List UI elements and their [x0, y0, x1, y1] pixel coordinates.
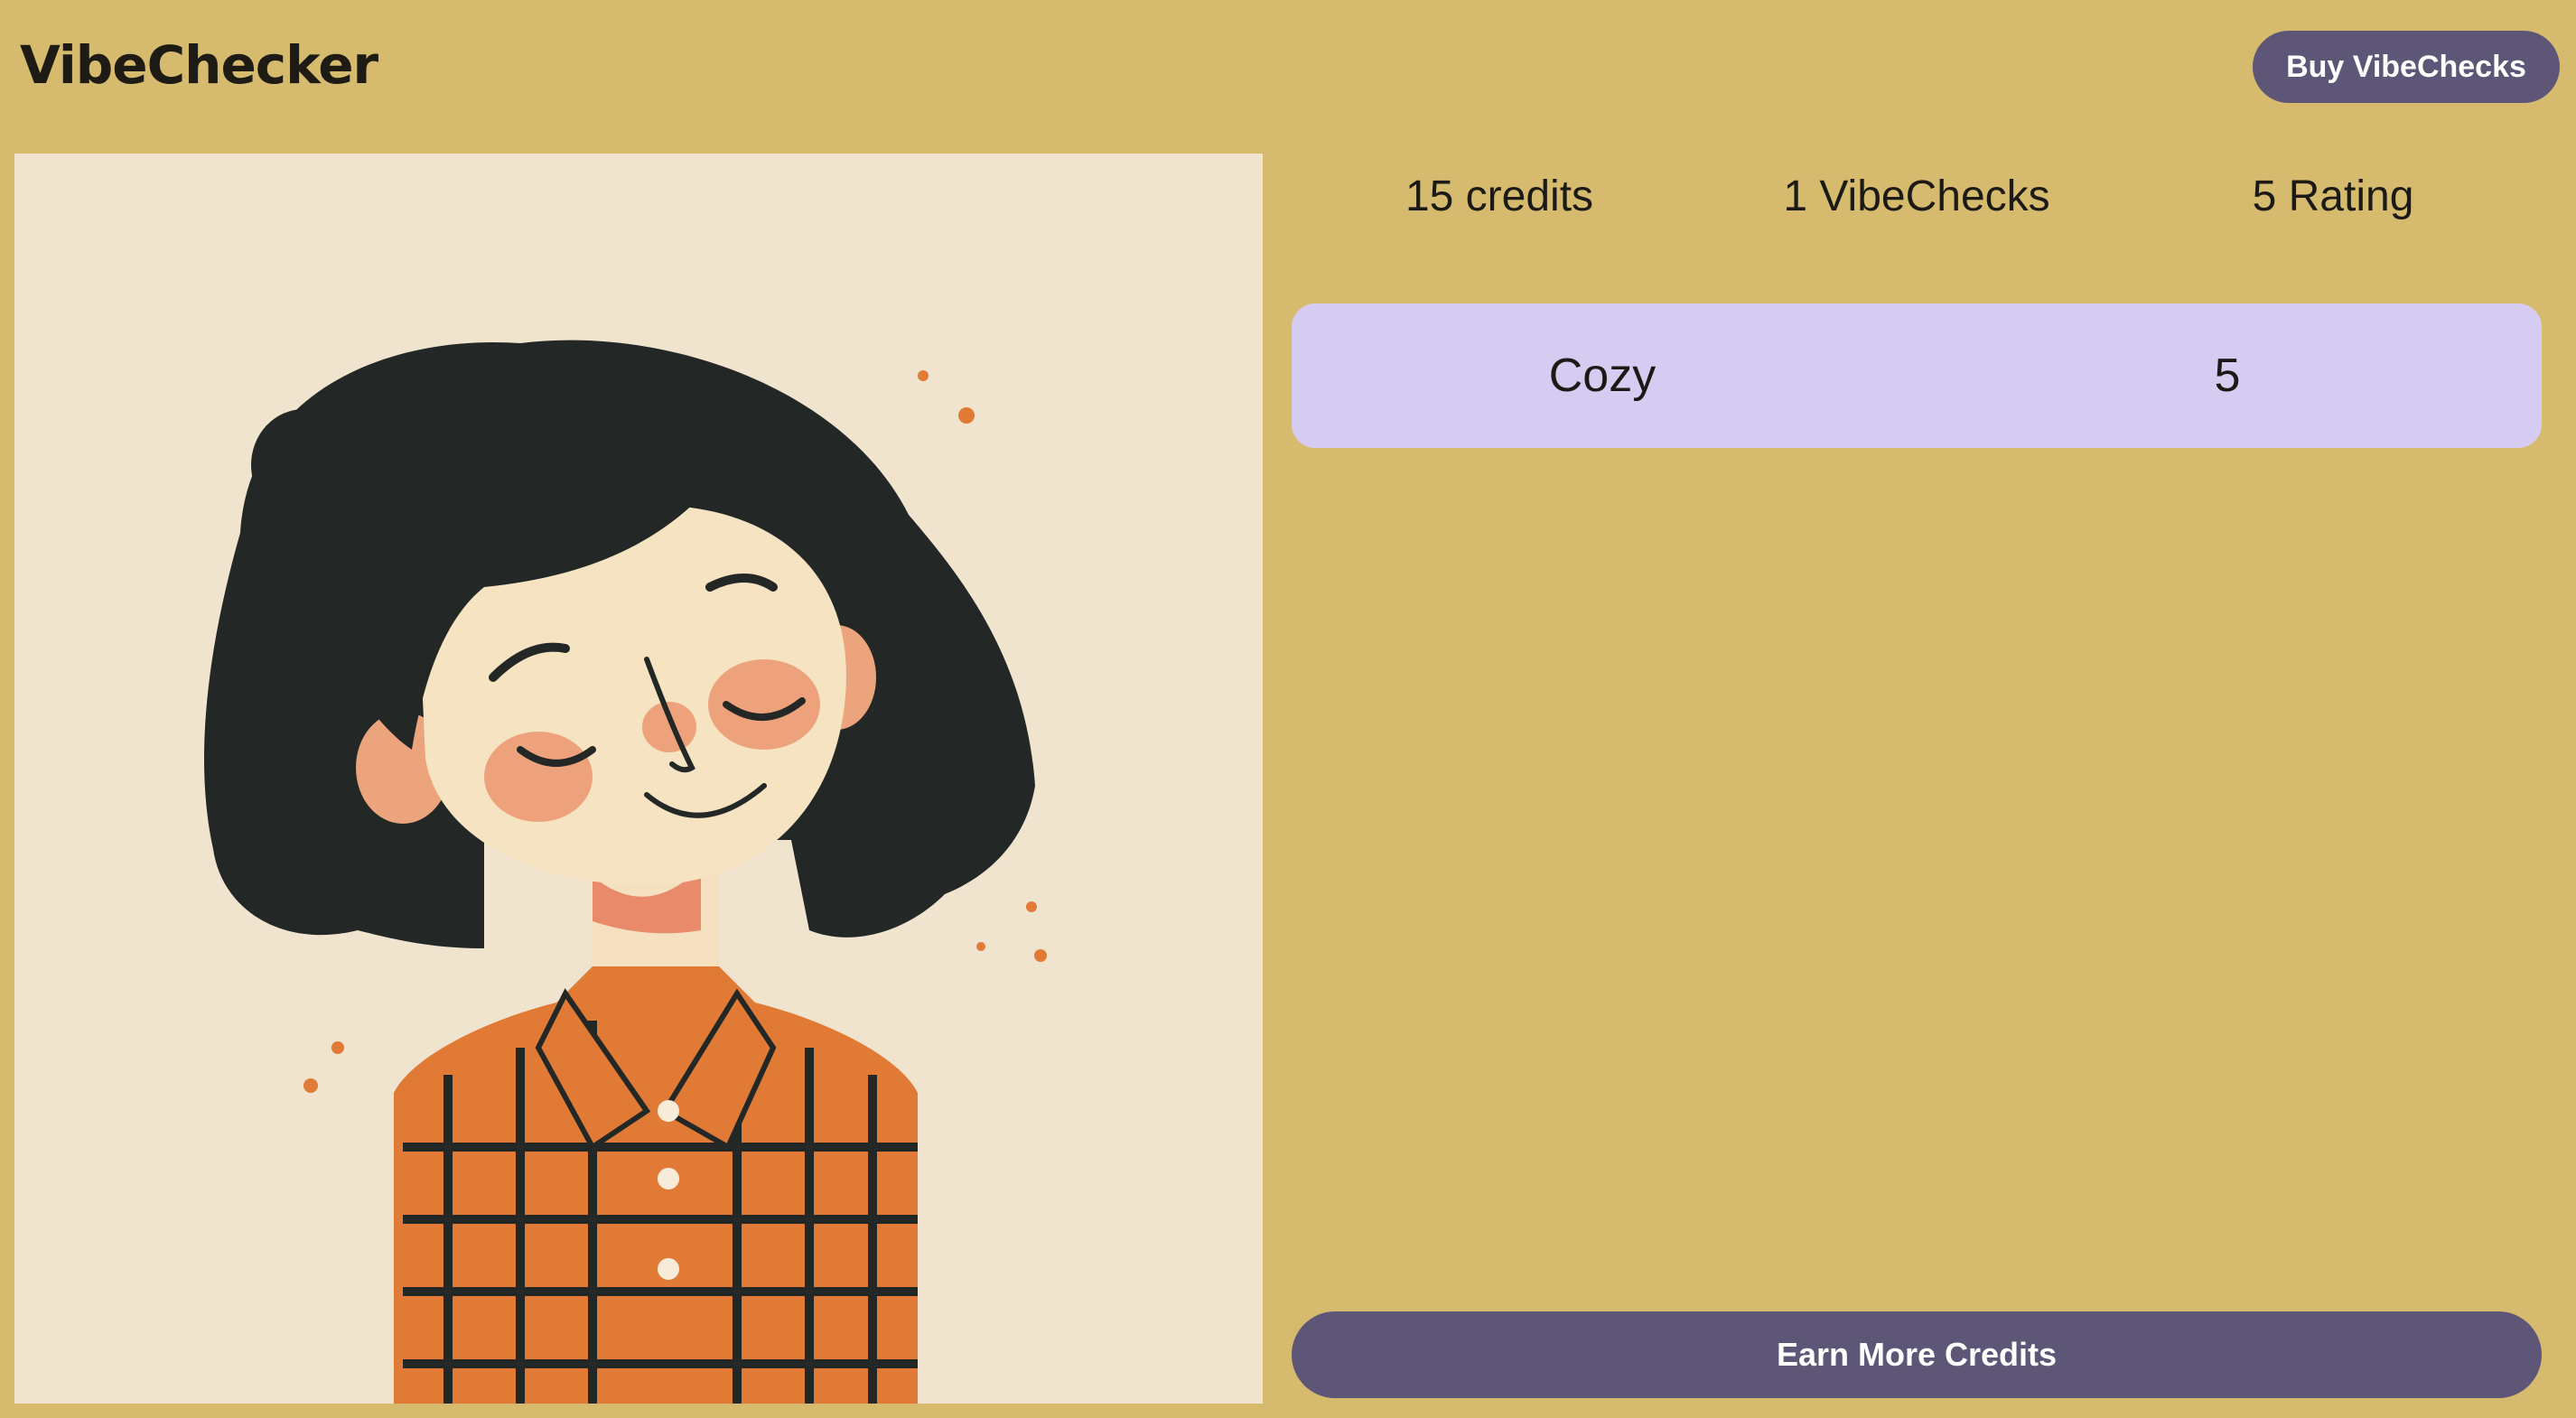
vibechecks-stat: 1 VibeChecks: [1783, 173, 2050, 220]
app-logo: VibeChecker: [20, 34, 378, 96]
vibe-name: Cozy: [1548, 350, 1657, 402]
vibe-result-row: Cozy 5: [1292, 303, 2542, 448]
vibe-score: 5: [2214, 350, 2241, 402]
credits-stat: 15 credits: [1405, 173, 1594, 220]
girl-illustration: [204, 340, 1047, 1404]
rating-stat: 5 Rating: [2252, 173, 2414, 220]
earn-more-credits-button[interactable]: Earn More Credits: [1292, 1311, 2542, 1398]
buy-vibechecks-button[interactable]: Buy VibeChecks: [2253, 31, 2560, 103]
uploaded-image: [14, 154, 1263, 1404]
stats-bar: 15 credits 1 VibeChecks 5 Rating: [1292, 172, 2542, 244]
